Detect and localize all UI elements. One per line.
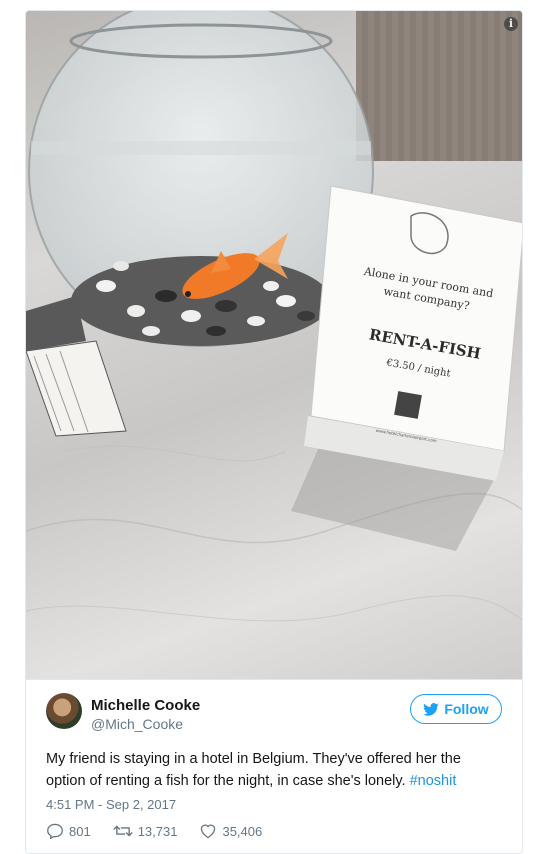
follow-button[interactable]: Follow bbox=[410, 694, 502, 724]
author-handle[interactable]: @Mich_Cooke bbox=[91, 716, 183, 732]
avatar[interactable] bbox=[46, 693, 82, 729]
like-button[interactable]: 35,406 bbox=[199, 823, 262, 839]
reply-icon bbox=[47, 823, 63, 839]
follow-label: Follow bbox=[444, 701, 489, 717]
info-icon[interactable]: i bbox=[504, 17, 518, 31]
twitter-bird-icon bbox=[423, 702, 439, 716]
retweet-button[interactable]: 13,731 bbox=[113, 823, 178, 839]
tweet-photo[interactable]: Alone in your room and want company? REN… bbox=[26, 11, 522, 679]
like-count: 35,406 bbox=[222, 823, 263, 839]
retweet-icon bbox=[113, 825, 133, 837]
author-name[interactable]: Michelle Cooke bbox=[91, 697, 200, 714]
reply-button[interactable]: 801 bbox=[46, 823, 91, 839]
photo-scene: Alone in your room and want company? REN… bbox=[26, 11, 522, 622]
heart-icon bbox=[201, 824, 216, 839]
retweet-count: 13,731 bbox=[137, 823, 178, 839]
divider bbox=[26, 679, 522, 680]
tweet-card: Alone in your room and want company? REN… bbox=[25, 10, 523, 854]
tweet-timestamp[interactable]: 4:51 PM - Sep 2, 2017 bbox=[46, 797, 176, 812]
tweet-body: My friend is staying in a hotel in Belgi… bbox=[46, 751, 461, 789]
reply-count: 801 bbox=[69, 823, 91, 839]
tweet-actions: 801 13,731 35,406 bbox=[46, 823, 262, 839]
tweet-text: My friend is staying in a hotel in Belgi… bbox=[46, 748, 496, 792]
hashtag-link[interactable]: #noshit bbox=[410, 773, 457, 789]
